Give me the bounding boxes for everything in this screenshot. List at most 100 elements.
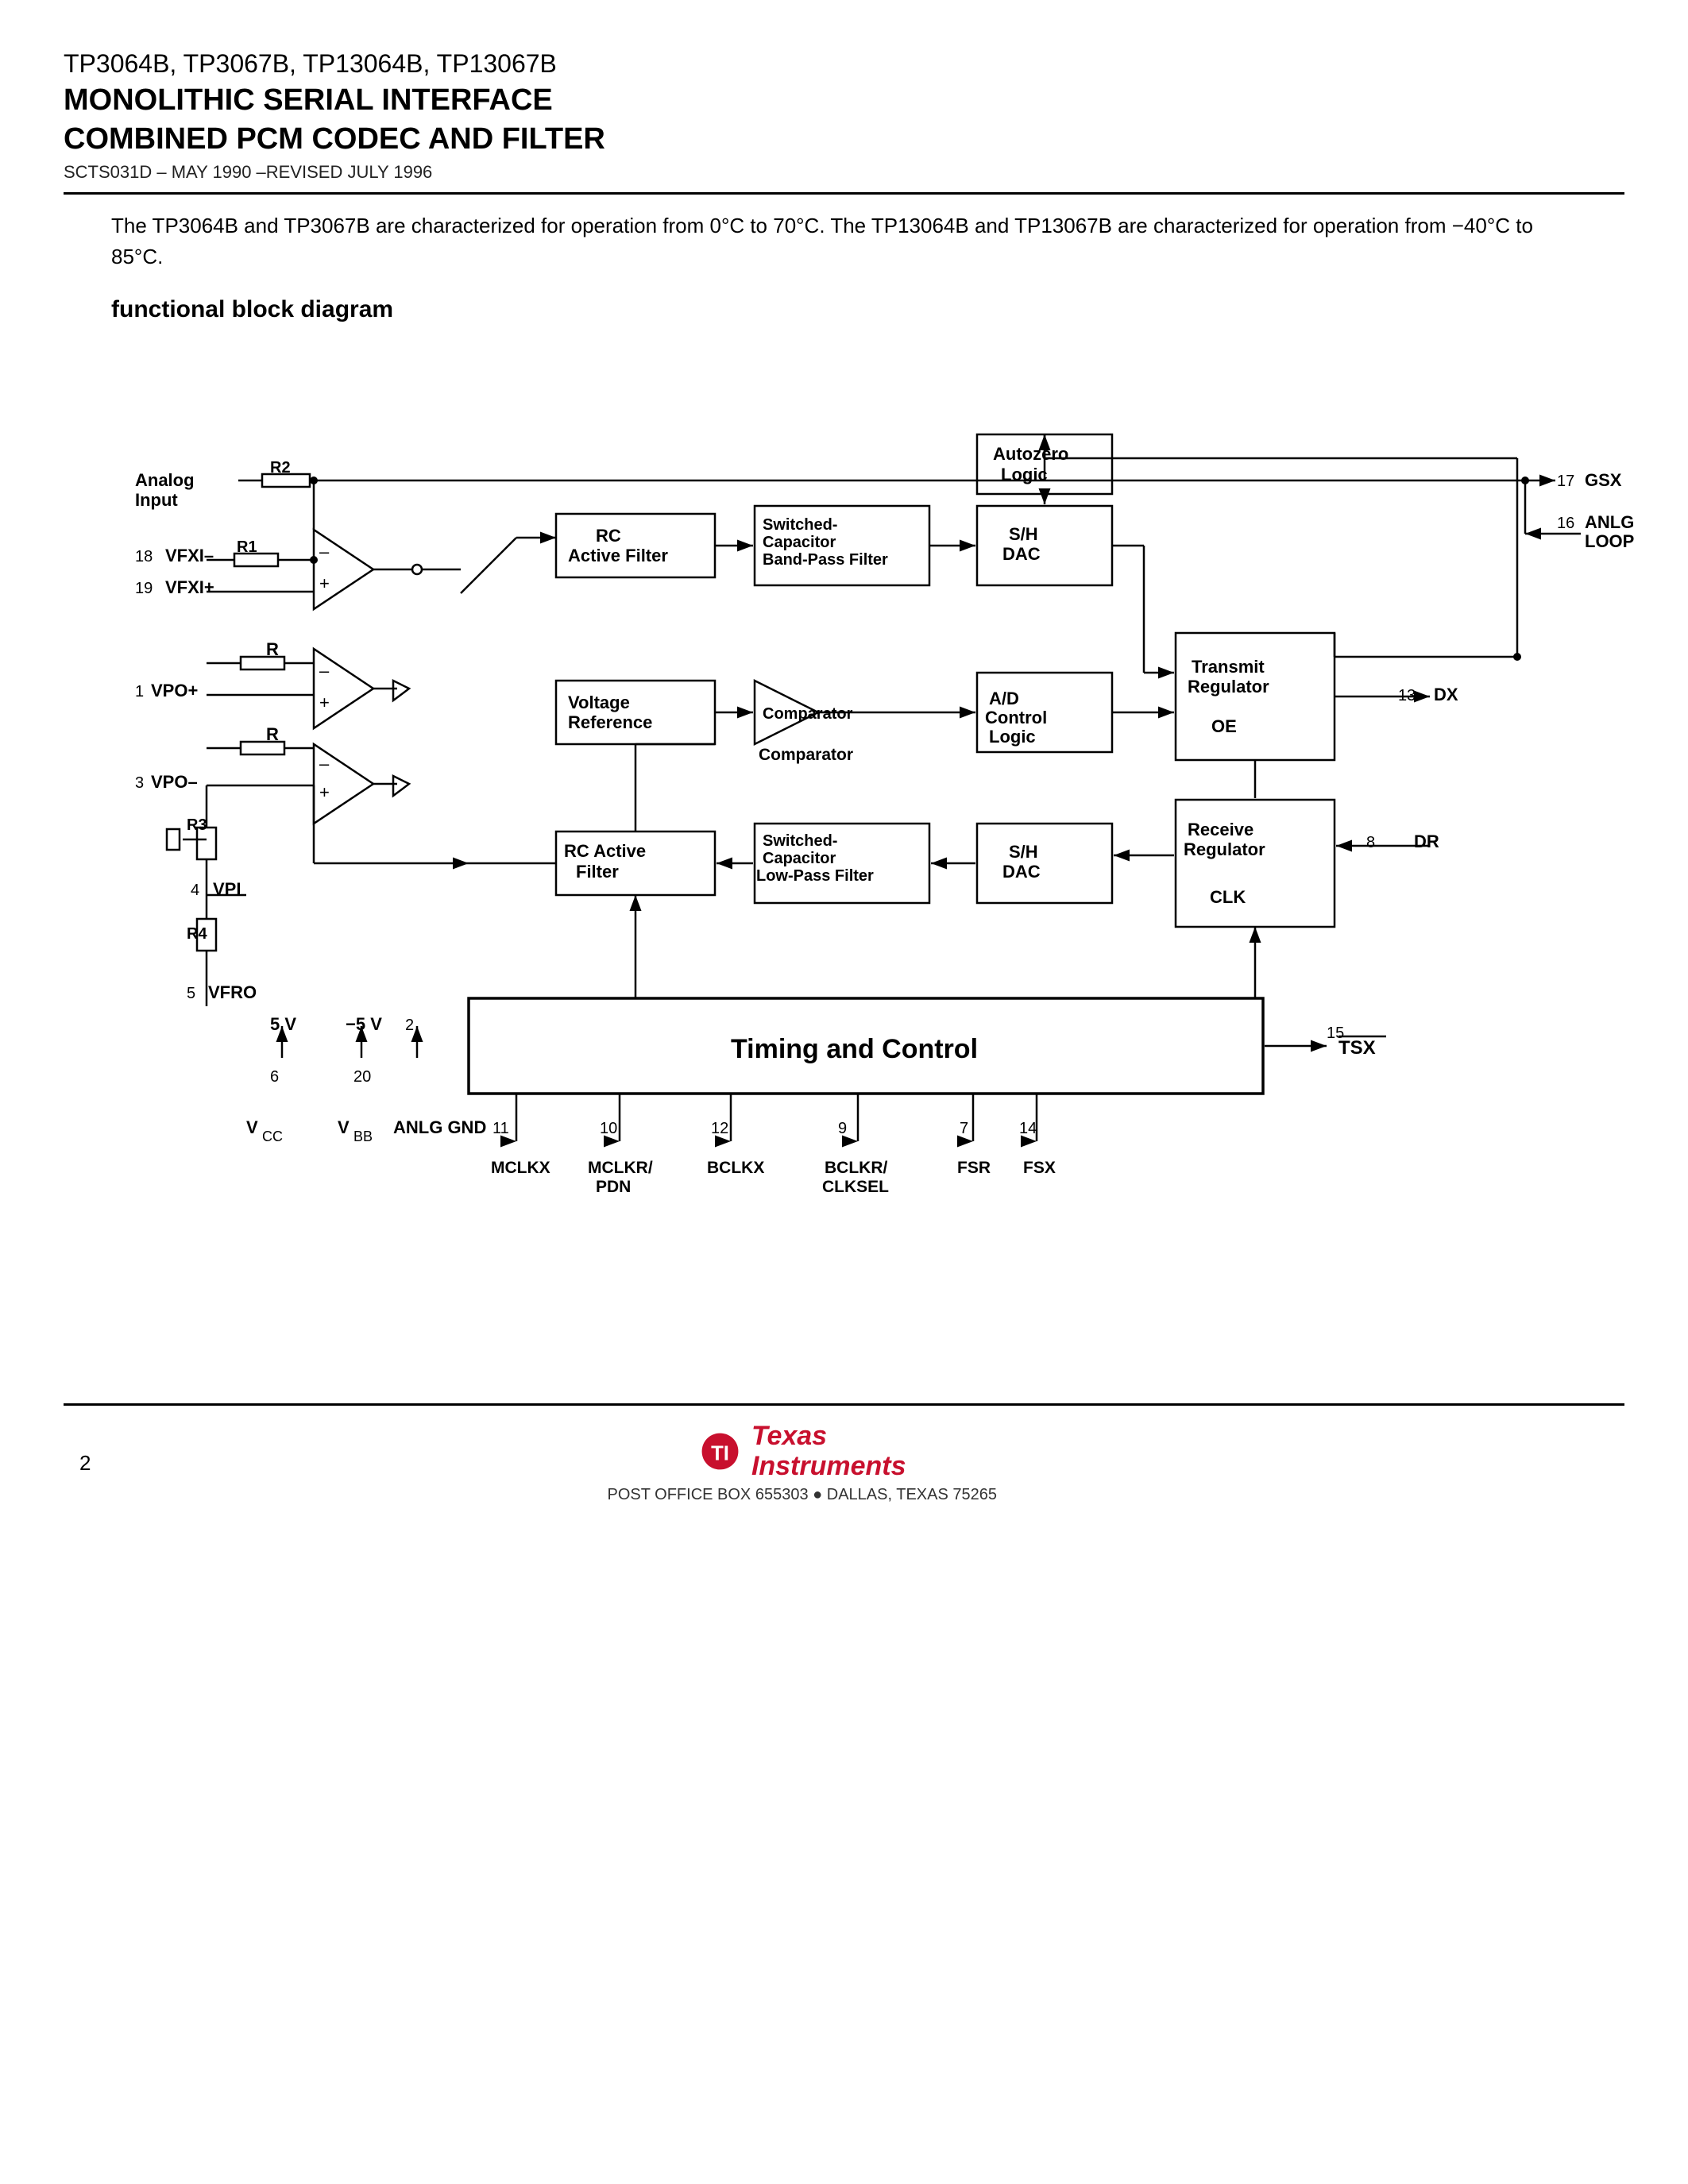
svg-text:TI: TI	[711, 1443, 729, 1465]
svg-text:VFXI+: VFXI+	[165, 577, 214, 597]
svg-text:–: –	[319, 661, 330, 681]
footer-logo: TI Texas Instruments POST OFFICE BOX 655…	[608, 1422, 997, 1504]
svg-text:−5 V: −5 V	[346, 1014, 382, 1034]
svg-text:Low-Pass Filter: Low-Pass Filter	[756, 867, 874, 885]
section-title: functional block diagram	[111, 296, 1624, 323]
svg-text:CC: CC	[262, 1129, 283, 1144]
svg-text:Voltage: Voltage	[568, 693, 630, 712]
svg-text:14: 14	[1019, 1120, 1037, 1137]
svg-text:Switched-: Switched-	[763, 516, 837, 534]
svg-text:7: 7	[960, 1120, 968, 1137]
svg-text:Timing and Control: Timing and Control	[731, 1034, 978, 1064]
footer-address: POST OFFICE BOX 655303 ● DALLAS, TEXAS 7…	[608, 1486, 997, 1504]
svg-text:FSX: FSX	[1023, 1159, 1056, 1177]
svg-text:+: +	[319, 573, 330, 593]
svg-text:TSX: TSX	[1338, 1037, 1376, 1059]
svg-text:+: +	[319, 782, 330, 802]
svg-text:Active Filter: Active Filter	[568, 546, 668, 565]
svg-text:Logic: Logic	[1001, 465, 1048, 484]
svg-text:FSR: FSR	[957, 1159, 991, 1177]
svg-text:V: V	[338, 1117, 350, 1137]
svg-text:A/D: A/D	[989, 689, 1019, 708]
svg-text:Input: Input	[135, 490, 178, 510]
intro-text: The TP3064B and TP3067B are characterize…	[111, 210, 1577, 272]
svg-text:Comparator: Comparator	[763, 705, 853, 723]
page: TP3064B, TP3067B, TP13064B, TP13067B MON…	[0, 0, 1688, 2184]
svg-text:VPO–: VPO–	[151, 772, 198, 792]
svg-text:+: +	[319, 693, 330, 712]
svg-text:6: 6	[270, 1068, 279, 1086]
svg-text:BCLKR/: BCLKR/	[825, 1159, 887, 1177]
ti-company-name: Texas Instruments	[751, 1422, 906, 1481]
svg-text:MCLKR/: MCLKR/	[588, 1159, 653, 1177]
svg-text:Regulator: Regulator	[1188, 677, 1269, 696]
svg-text:R4: R4	[187, 925, 207, 943]
svg-text:3: 3	[135, 774, 144, 792]
svg-text:CLKSEL: CLKSEL	[822, 1178, 889, 1196]
svg-text:LOOP: LOOP	[1585, 531, 1634, 551]
svg-text:VFRO: VFRO	[208, 982, 257, 1002]
svg-text:–: –	[319, 754, 330, 774]
svg-text:Control: Control	[985, 708, 1047, 727]
svg-text:16: 16	[1557, 515, 1574, 532]
svg-text:12: 12	[711, 1120, 728, 1137]
product-line2: COMBINED PCM CODEC AND FILTER	[64, 120, 1624, 159]
svg-text:GSX: GSX	[1585, 470, 1622, 490]
svg-text:19: 19	[135, 580, 153, 597]
svg-text:9: 9	[838, 1120, 847, 1137]
svg-text:DX: DX	[1434, 685, 1458, 704]
svg-text:VFXI–: VFXI–	[165, 546, 214, 565]
svg-text:Reference: Reference	[568, 712, 652, 732]
doc-info: SCTS031D – MAY 1990 –REVISED JULY 1996	[64, 162, 1624, 183]
svg-text:11: 11	[492, 1120, 509, 1137]
svg-text:V: V	[246, 1117, 258, 1137]
product-line1: MONOLITHIC SERIAL INTERFACE	[64, 81, 1624, 120]
footer: 2 TI Texas Instruments POST OFFICE BOX 6…	[64, 1406, 1624, 1504]
svg-text:MCLKX: MCLKX	[491, 1159, 550, 1177]
svg-text:Autozero: Autozero	[993, 444, 1068, 464]
svg-text:DAC: DAC	[1002, 544, 1041, 564]
svg-text:RC Active: RC Active	[564, 841, 646, 861]
svg-text:Logic: Logic	[989, 727, 1036, 747]
svg-text:Switched-: Switched-	[763, 832, 837, 850]
svg-text:10: 10	[600, 1120, 617, 1137]
block-diagram-svg: Analog Input R2 18 VFXI– R1 19	[111, 339, 1684, 1372]
svg-text:CLK: CLK	[1210, 887, 1246, 907]
svg-text:ANLG GND: ANLG GND	[393, 1117, 486, 1137]
svg-text:Filter: Filter	[576, 862, 619, 882]
svg-text:5 V: 5 V	[270, 1014, 296, 1034]
svg-text:Analog: Analog	[135, 470, 195, 490]
svg-text:DAC: DAC	[1002, 862, 1041, 882]
svg-text:S/H: S/H	[1009, 524, 1038, 544]
svg-text:PDN: PDN	[596, 1178, 631, 1196]
svg-text:17: 17	[1557, 473, 1574, 490]
ti-logo-icon: TI	[698, 1430, 742, 1473]
svg-text:VPO+: VPO+	[151, 681, 198, 700]
svg-text:Capacitor: Capacitor	[763, 534, 836, 551]
svg-text:Receive: Receive	[1188, 820, 1253, 839]
svg-text:Band-Pass Filter: Band-Pass Filter	[763, 551, 888, 569]
header: TP3064B, TP3067B, TP13064B, TP13067B MON…	[64, 48, 1624, 195]
part-numbers: TP3064B, TP3067B, TP13064B, TP13067B	[64, 48, 1624, 81]
svg-text:OE: OE	[1211, 716, 1237, 736]
svg-text:1: 1	[135, 683, 144, 700]
svg-text:DR: DR	[1414, 832, 1439, 851]
svg-text:S/H: S/H	[1009, 842, 1038, 862]
svg-text:Comparator: Comparator	[759, 746, 853, 764]
svg-text:Capacitor: Capacitor	[763, 850, 836, 867]
svg-text:ANLG: ANLG	[1585, 512, 1634, 532]
ti-logo: TI Texas Instruments	[698, 1422, 906, 1481]
svg-text:8: 8	[1366, 834, 1375, 851]
svg-text:20: 20	[353, 1068, 371, 1086]
svg-text:–: –	[319, 542, 330, 561]
svg-text:Transmit: Transmit	[1192, 657, 1265, 677]
svg-text:18: 18	[135, 548, 153, 565]
svg-text:2: 2	[405, 1017, 414, 1034]
page-number: 2	[79, 1451, 91, 1476]
block-diagram-container: Analog Input R2 18 VFXI– R1 19	[111, 339, 1684, 1372]
header-divider	[64, 192, 1624, 195]
svg-text:BCLKX: BCLKX	[707, 1159, 764, 1177]
svg-text:5: 5	[187, 985, 195, 1002]
svg-text:BB: BB	[353, 1129, 373, 1144]
svg-text:RC: RC	[596, 526, 621, 546]
